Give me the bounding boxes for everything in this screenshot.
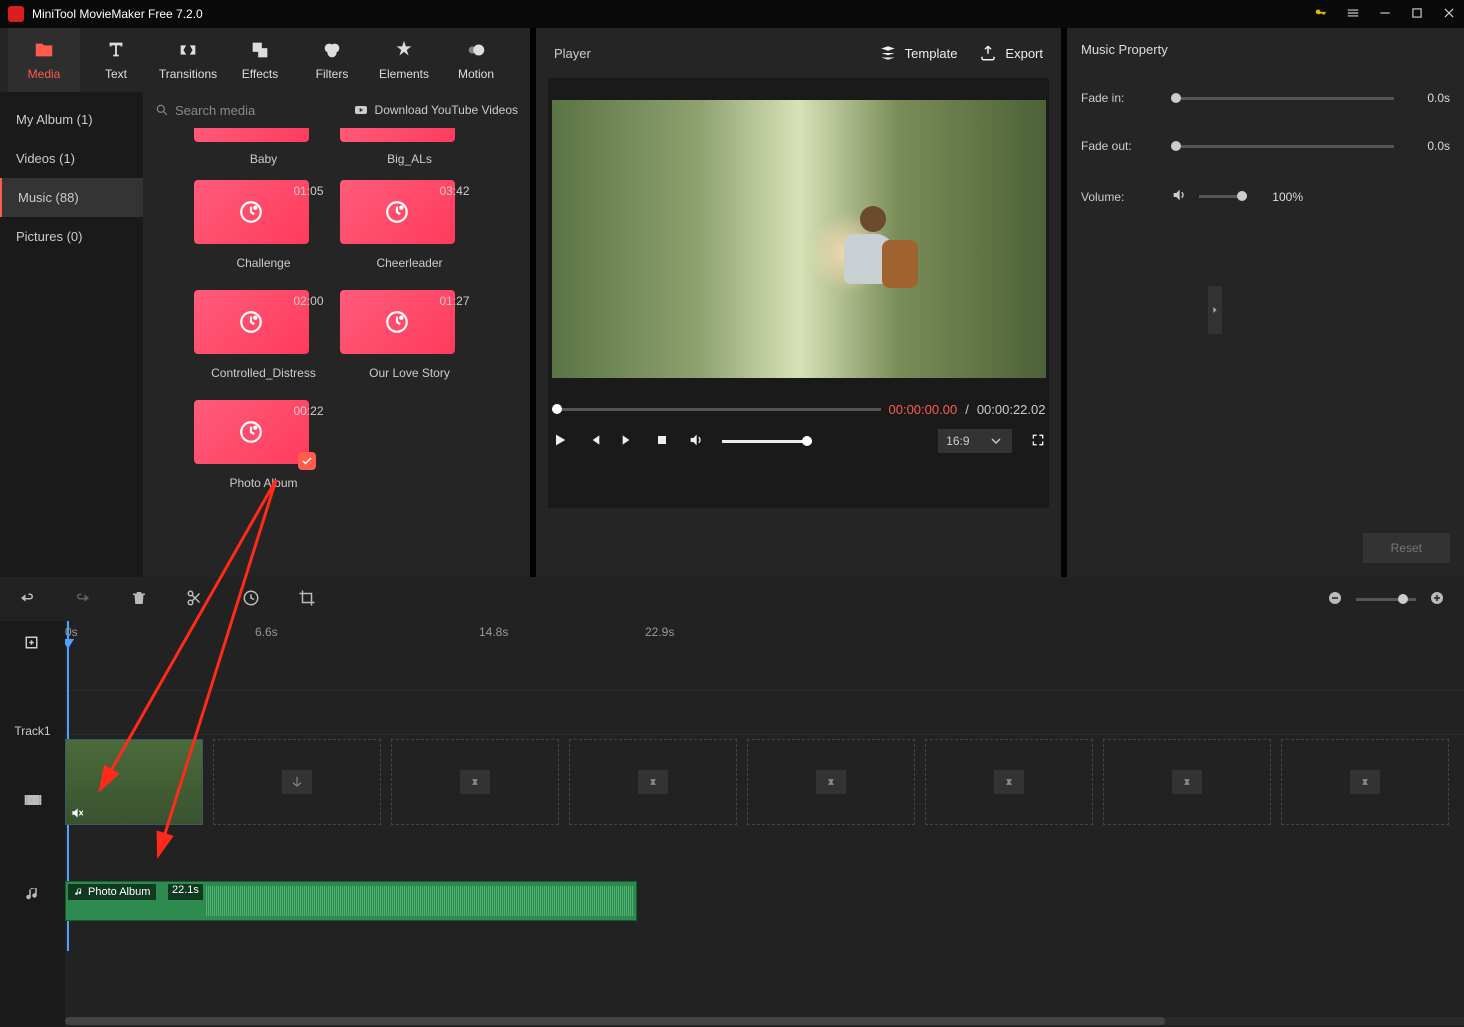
mute-icon[interactable] xyxy=(70,806,86,822)
volume-slider[interactable] xyxy=(722,440,812,443)
clip-placeholder[interactable] xyxy=(569,739,737,825)
template-button[interactable]: Template xyxy=(879,44,958,62)
media-card-selected[interactable]: 00:22 Photo Album xyxy=(194,400,334,508)
volume-label: Volume: xyxy=(1081,190,1159,204)
app-logo xyxy=(8,6,24,22)
sidebar-item-music[interactable]: Music (88) xyxy=(0,178,143,217)
clip-placeholder[interactable] xyxy=(391,739,559,825)
clip-placeholder[interactable] xyxy=(1103,739,1271,825)
search-input[interactable]: Search media xyxy=(155,103,345,118)
audio-clip[interactable]: Photo Album 22.1s xyxy=(65,881,637,921)
tab-motion[interactable]: Motion xyxy=(440,28,512,92)
undo-button[interactable] xyxy=(18,589,36,610)
timeline-scrollbar[interactable] xyxy=(65,1017,1464,1025)
titlebar: MiniTool MovieMaker Free 7.2.0 xyxy=(0,0,1464,28)
player-label: Player xyxy=(554,46,857,61)
video-track[interactable] xyxy=(65,735,1464,829)
zoom-in-button[interactable] xyxy=(1428,589,1446,610)
audio-track-icon xyxy=(0,847,65,941)
fade-out-slider[interactable] xyxy=(1171,145,1394,148)
split-button[interactable] xyxy=(186,589,204,610)
properties-panel: Music Property Fade in: 0.0s Fade out: 0… xyxy=(1067,28,1464,577)
sidebar: My Album (1) Videos (1) Music (88) Pictu… xyxy=(0,92,143,577)
audio-track[interactable]: Photo Album 22.1s xyxy=(65,829,1464,923)
preview-area: 00:00:00.00 / 00:00:22.02 16:9 xyxy=(548,78,1049,508)
volume-icon[interactable] xyxy=(688,432,704,451)
tab-media[interactable]: Media xyxy=(8,28,80,92)
maximize-icon[interactable] xyxy=(1410,6,1424,23)
speed-button[interactable] xyxy=(242,589,260,610)
time-current: 00:00:00.00 xyxy=(889,402,958,417)
media-card[interactable]: 03:42Cheerleader xyxy=(340,180,480,288)
props-title: Music Property xyxy=(1081,42,1450,57)
clip-placeholder[interactable] xyxy=(213,739,381,825)
fade-in-slider[interactable] xyxy=(1171,97,1394,100)
crop-button[interactable] xyxy=(298,589,316,610)
tab-filters[interactable]: Filters xyxy=(296,28,368,92)
tab-elements[interactable]: Elements xyxy=(368,28,440,92)
zoom-out-button[interactable] xyxy=(1326,589,1344,610)
fullscreen-button[interactable] xyxy=(1030,432,1046,451)
media-card[interactable]: Baby xyxy=(194,132,334,178)
fade-out-label: Fade out: xyxy=(1081,139,1159,153)
media-card[interactable]: 01:05Challenge xyxy=(194,180,334,288)
clip-placeholder[interactable] xyxy=(925,739,1093,825)
reset-button[interactable]: Reset xyxy=(1363,533,1450,563)
preview-frame xyxy=(552,100,1046,378)
aspect-select[interactable]: 16:9 xyxy=(938,429,1011,453)
add-track-button[interactable] xyxy=(0,621,65,667)
volume-prop-slider[interactable] xyxy=(1199,195,1247,198)
menu-icon[interactable] xyxy=(1346,6,1360,23)
search-placeholder: Search media xyxy=(175,103,255,118)
collapse-panel-button[interactable] xyxy=(1208,286,1222,334)
clip-placeholder[interactable] xyxy=(747,739,915,825)
stop-button[interactable] xyxy=(654,432,670,451)
fade-out-value: 0.0s xyxy=(1406,139,1450,153)
speaker-icon[interactable] xyxy=(1171,187,1187,206)
zoom-slider[interactable] xyxy=(1356,598,1416,601)
timeline-ruler[interactable]: 0s 6.6s 14.8s 22.9s xyxy=(65,621,1464,647)
volume-value: 100% xyxy=(1259,190,1303,204)
export-button[interactable]: Export xyxy=(979,44,1043,62)
fit-zoom-button[interactable] xyxy=(1296,589,1314,610)
redo-button[interactable] xyxy=(74,589,92,610)
fade-in-label: Fade in: xyxy=(1081,91,1159,105)
media-card[interactable]: 02:00Controlled_Distress xyxy=(194,290,334,398)
sidebar-item-pictures[interactable]: Pictures (0) xyxy=(0,217,143,256)
time-total: 00:00:22.02 xyxy=(977,402,1046,417)
close-icon[interactable] xyxy=(1442,6,1456,23)
video-clip[interactable] xyxy=(65,739,203,825)
track-label: Track1 xyxy=(0,709,65,753)
tab-transitions[interactable]: Transitions xyxy=(152,28,224,92)
play-button[interactable] xyxy=(552,432,568,451)
app-title: MiniTool MovieMaker Free 7.2.0 xyxy=(32,7,1314,21)
prev-frame-button[interactable] xyxy=(586,432,602,451)
next-frame-button[interactable] xyxy=(620,432,636,451)
scrub-bar[interactable] xyxy=(552,408,881,411)
fade-in-value: 0.0s xyxy=(1406,91,1450,105)
download-youtube-link[interactable]: Download YouTube Videos xyxy=(353,102,518,118)
check-icon xyxy=(298,452,316,470)
media-card[interactable]: Big_ALs xyxy=(340,132,480,178)
top-tabs: Media Text Transitions Effects Filters E… xyxy=(0,28,530,92)
video-track-icon xyxy=(0,753,65,847)
delete-button[interactable] xyxy=(130,589,148,610)
clip-placeholder[interactable] xyxy=(1281,739,1449,825)
tab-effects[interactable]: Effects xyxy=(224,28,296,92)
key-icon[interactable] xyxy=(1314,6,1328,23)
sidebar-item-videos[interactable]: Videos (1) xyxy=(0,139,143,178)
tab-text[interactable]: Text xyxy=(80,28,152,92)
sidebar-item-my-album[interactable]: My Album (1) xyxy=(0,100,143,139)
timeline-toolbar xyxy=(0,577,1464,621)
media-card[interactable]: 01:27Our Love Story xyxy=(340,290,480,398)
minimize-icon[interactable] xyxy=(1378,6,1392,23)
